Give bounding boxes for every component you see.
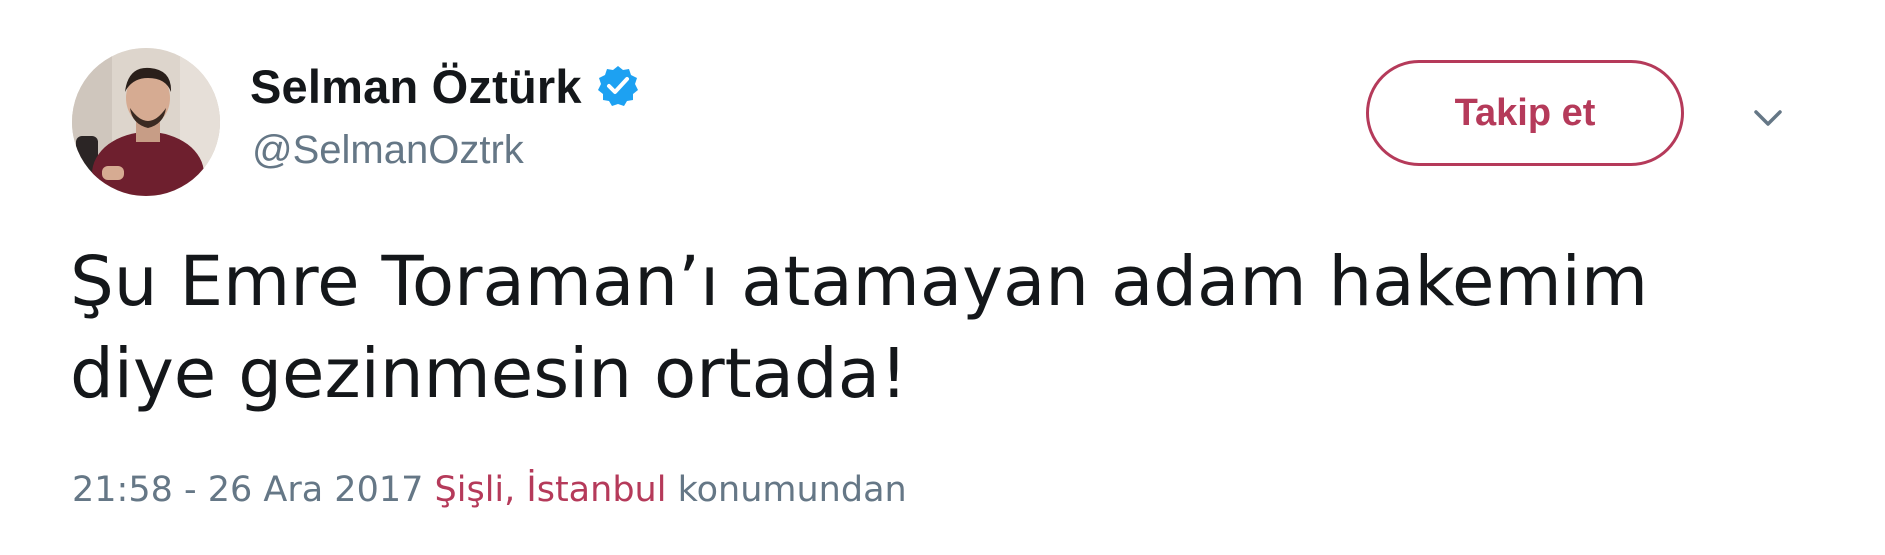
verified-badge-icon (596, 64, 640, 108)
tweet-text-line: diye gezinmesin ortada! (70, 334, 908, 414)
display-name-row: Selman Öztürk (250, 56, 640, 116)
tweet-card: Selman Öztürk @SelmanOztrk Takip et Şu E… (0, 0, 1885, 555)
display-name[interactable]: Selman Öztürk (250, 59, 582, 114)
user-handle[interactable]: @SelmanOztrk (252, 128, 524, 173)
location-suffix: konumundan (677, 470, 907, 510)
follow-button[interactable]: Takip et (1366, 60, 1684, 166)
chevron-down-icon[interactable] (1746, 96, 1790, 140)
avatar-image (72, 48, 220, 196)
tweet-text-line: Şu Emre Toraman’ı atamayan adam hakemim (70, 242, 1649, 322)
location-link[interactable]: Şişli, İstanbul (435, 470, 667, 510)
tweet-meta: 21:58 - 26 Ara 2017 Şişli, İstanbul konu… (72, 470, 907, 510)
timestamp[interactable]: 21:58 - 26 Ara 2017 (72, 470, 423, 510)
tweet-text: Şu Emre Toraman’ı atamayan adam hakemim … (70, 236, 1790, 420)
avatar[interactable] (72, 48, 220, 196)
